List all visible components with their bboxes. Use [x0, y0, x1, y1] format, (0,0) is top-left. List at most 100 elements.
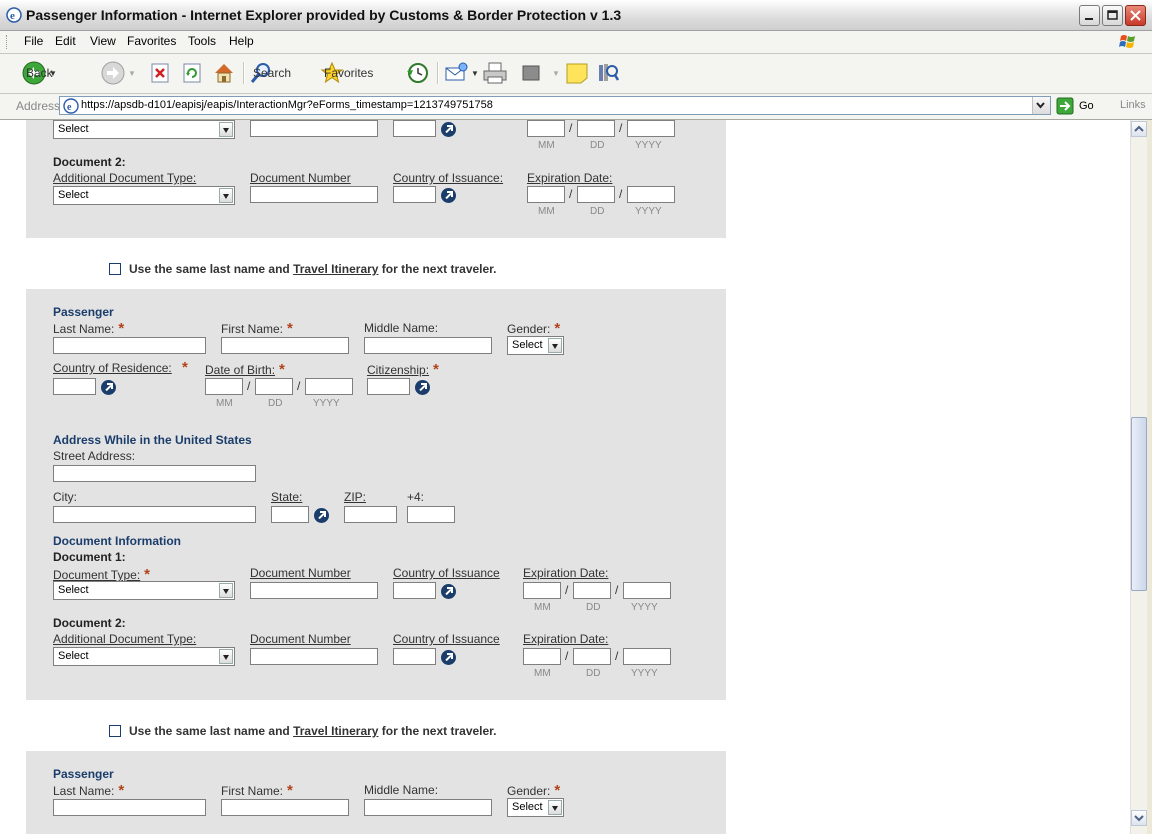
back-button[interactable]: Back ▼	[22, 60, 57, 86]
page-content: Select / / MM DD YYYY Document 2: Additi…	[0, 120, 1130, 834]
forward-button[interactable]: ▼	[101, 60, 136, 86]
select-value: Select	[512, 801, 543, 813]
same-lastname-checkbox[interactable]	[109, 725, 121, 737]
lookup-arrow-icon[interactable]	[441, 650, 456, 665]
expiration-yyyy-input[interactable]	[627, 186, 675, 203]
zip-input[interactable]	[344, 506, 397, 523]
date-separator: /	[565, 583, 569, 597]
scroll-thumb[interactable]	[1131, 417, 1147, 591]
document-number-input[interactable]	[250, 648, 378, 665]
expiration-mm-input[interactable]	[523, 582, 561, 599]
maximize-button[interactable]	[1102, 5, 1123, 26]
lookup-arrow-icon[interactable]	[314, 508, 329, 523]
menu-help[interactable]: Help	[229, 34, 254, 48]
additional-doc-type-select[interactable]: Select	[53, 186, 235, 205]
citizenship-text: Citizenship:	[367, 363, 430, 377]
print-button[interactable]	[482, 60, 508, 86]
maximize-icon	[1107, 10, 1118, 20]
document-number-input[interactable]	[250, 120, 378, 137]
travel-itinerary-link[interactable]: Travel Itinerary	[293, 262, 378, 276]
address-dropdown-button[interactable]	[1032, 97, 1050, 114]
expiration-dd-input[interactable]	[577, 120, 615, 137]
first-name-input[interactable]	[221, 337, 349, 354]
dob-mm-input[interactable]	[205, 378, 243, 395]
gender-select[interactable]: Select	[507, 336, 564, 355]
lookup-arrow-icon[interactable]	[441, 584, 456, 599]
same-lastname-checkbox[interactable]	[109, 263, 121, 275]
additional-doc-type-select[interactable]: Select	[53, 647, 235, 666]
menu-file[interactable]: File	[24, 34, 43, 48]
expiration-mm-input[interactable]	[527, 186, 565, 203]
scroll-up-button[interactable]	[1131, 121, 1147, 137]
expiration-yyyy-input[interactable]	[623, 648, 671, 665]
svg-text:e: e	[10, 10, 15, 22]
menu-view[interactable]: View	[90, 34, 116, 48]
zip4-input[interactable]	[407, 506, 455, 523]
lookup-arrow-icon[interactable]	[101, 380, 116, 395]
stop-button[interactable]	[149, 60, 171, 86]
citizenship-input[interactable]	[367, 378, 410, 395]
country-residence-text: Country of Residence:	[53, 361, 172, 375]
country-issuance-input[interactable]	[393, 186, 436, 203]
lookup-arrow-icon[interactable]	[441, 188, 456, 203]
search-button[interactable]: Search	[249, 60, 291, 86]
document-type-select[interactable]: Select	[53, 120, 235, 139]
middle-name-input[interactable]	[364, 799, 492, 816]
expiration-dd-input[interactable]	[577, 186, 615, 203]
edit-button[interactable]: ▼	[520, 60, 560, 86]
forward-dropdown-icon[interactable]: ▼	[128, 69, 136, 78]
last-name-input[interactable]	[53, 337, 206, 354]
expiration-yyyy-input[interactable]	[627, 120, 675, 137]
expiration-mm-input[interactable]	[523, 648, 561, 665]
lookup-arrow-icon[interactable]	[415, 380, 430, 395]
country-issuance-input[interactable]	[393, 120, 436, 137]
close-button[interactable]	[1125, 5, 1146, 26]
address-input[interactable]: e https://apsdb-d101/eapisj/eapis/Intera…	[59, 96, 1051, 115]
edit-dropdown-icon[interactable]: ▼	[552, 69, 560, 78]
scroll-down-button[interactable]	[1131, 810, 1147, 826]
state-input[interactable]	[271, 506, 309, 523]
notes-button[interactable]	[565, 60, 589, 86]
country-issuance-input[interactable]	[393, 582, 436, 599]
last-name-input[interactable]	[53, 799, 206, 816]
expiration-yyyy-input[interactable]	[623, 582, 671, 599]
document-info-heading: Document Information	[53, 534, 181, 548]
dob-yyyy-input[interactable]	[305, 378, 353, 395]
dob-dd-input[interactable]	[255, 378, 293, 395]
minimize-button[interactable]	[1079, 5, 1100, 26]
history-icon	[407, 63, 428, 83]
expiration-dd-input[interactable]	[573, 648, 611, 665]
go-button[interactable]: Go	[1056, 97, 1094, 115]
expiration-mm-input[interactable]	[527, 120, 565, 137]
city-input[interactable]	[53, 506, 256, 523]
date-separator: /	[569, 187, 573, 201]
refresh-button[interactable]	[181, 60, 203, 86]
street-address-input[interactable]	[53, 465, 256, 482]
gender-select[interactable]: Select	[507, 798, 564, 817]
research-button[interactable]	[596, 60, 620, 86]
document-number-input[interactable]	[250, 582, 378, 599]
window-frame-right	[1147, 120, 1152, 834]
country-residence-input[interactable]	[53, 378, 96, 395]
favorites-button[interactable]: Favorites	[320, 60, 373, 86]
favorites-label: Favorites	[324, 66, 374, 80]
vertical-scrollbar[interactable]	[1130, 120, 1148, 834]
travel-itinerary-link[interactable]: Travel Itinerary	[293, 724, 378, 738]
lookup-arrow-icon[interactable]	[441, 122, 456, 137]
home-button[interactable]	[212, 60, 236, 86]
country-issuance-input[interactable]	[393, 648, 436, 665]
first-name-input[interactable]	[221, 799, 349, 816]
menu-favorites[interactable]: Favorites	[127, 34, 176, 48]
mail-dropdown-icon[interactable]: ▼	[471, 69, 479, 78]
mail-button[interactable]: ▼	[444, 60, 479, 86]
document-type-select[interactable]: Select	[53, 581, 235, 600]
menu-tools[interactable]: Tools	[188, 34, 216, 48]
links-label[interactable]: Links	[1120, 99, 1146, 111]
document-number-input[interactable]	[250, 186, 378, 203]
middle-name-input[interactable]	[364, 337, 492, 354]
doc-type-text: Document Type:	[53, 568, 141, 582]
mm-hint: MM	[534, 668, 551, 679]
history-button[interactable]	[405, 60, 429, 86]
expiration-dd-input[interactable]	[573, 582, 611, 599]
menu-edit[interactable]: Edit	[55, 34, 76, 48]
